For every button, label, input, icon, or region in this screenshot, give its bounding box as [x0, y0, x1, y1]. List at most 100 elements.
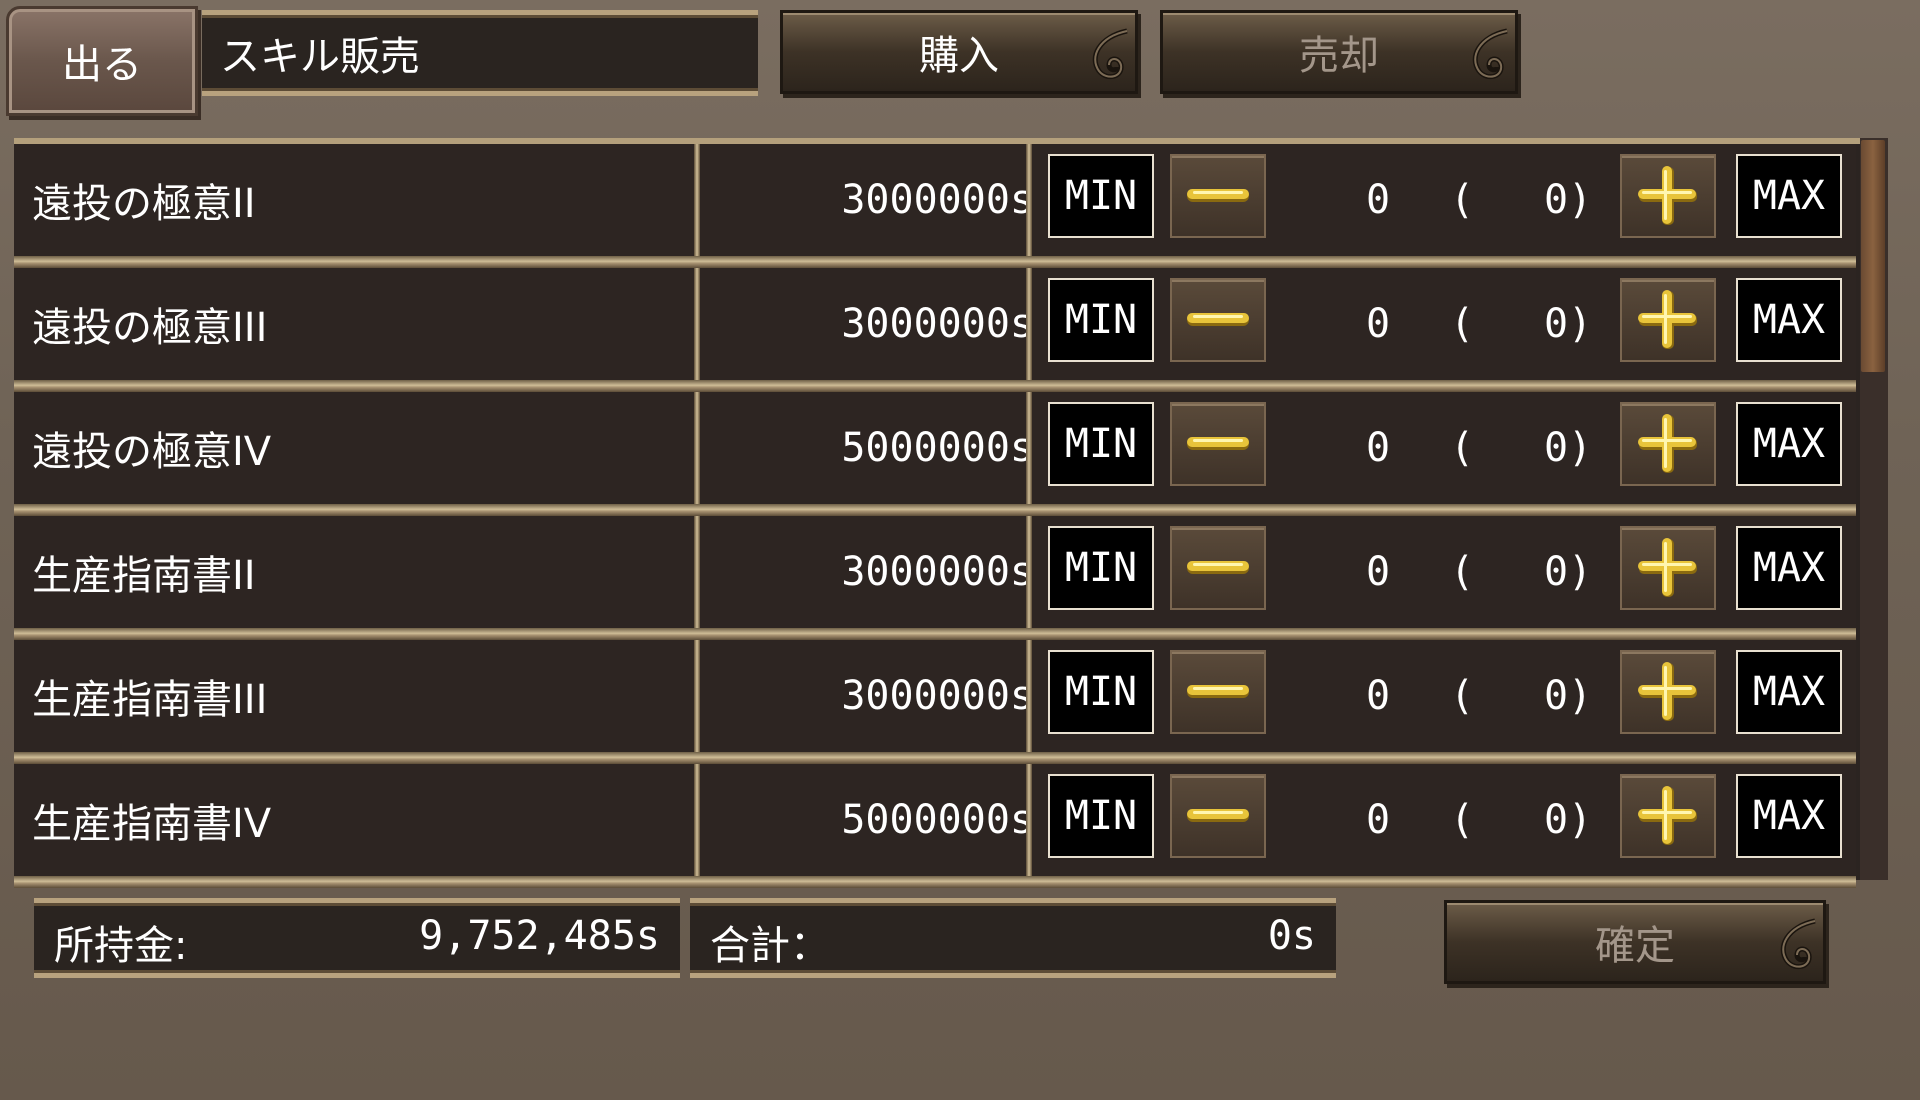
- decrement-button[interactable]: [1170, 154, 1266, 238]
- owned-count: 0: [1544, 797, 1569, 843]
- list-item[interactable]: 生産指南書II 3000000s MIN 0 (0) MAX: [14, 516, 1856, 628]
- max-button[interactable]: MAX: [1736, 154, 1842, 238]
- paren-close: ): [1568, 549, 1593, 595]
- confirm-button[interactable]: 確定: [1444, 900, 1826, 984]
- increment-button[interactable]: [1620, 526, 1716, 610]
- owned-count: 0: [1544, 301, 1569, 347]
- min-button[interactable]: MIN: [1048, 774, 1154, 858]
- column-divider: [1026, 144, 1032, 256]
- max-button[interactable]: MAX: [1736, 774, 1842, 858]
- decrement-button[interactable]: [1170, 402, 1266, 486]
- min-button[interactable]: MIN: [1048, 526, 1154, 610]
- paren-close: ): [1568, 797, 1593, 843]
- paren-close: ): [1568, 425, 1593, 471]
- max-label: MAX: [1752, 421, 1826, 467]
- quantity-value: 0: [1366, 425, 1391, 471]
- tab-buy[interactable]: 購入: [780, 10, 1138, 94]
- quantity-value: 0: [1366, 673, 1391, 719]
- max-button[interactable]: MAX: [1736, 526, 1842, 610]
- owned-count: 0: [1544, 177, 1569, 223]
- max-label: MAX: [1752, 669, 1826, 715]
- row-divider: [14, 380, 1856, 392]
- column-divider: [694, 144, 700, 256]
- min-label: MIN: [1064, 793, 1138, 839]
- max-button[interactable]: MAX: [1736, 650, 1842, 734]
- quantity-value: 0: [1366, 301, 1391, 347]
- increment-button[interactable]: [1620, 278, 1716, 362]
- list-item[interactable]: 遠投の極意IV 5000000s MIN 0 (0) MAX: [14, 392, 1856, 504]
- minus-icon: [1187, 189, 1249, 202]
- swirl-ornament-icon: [1092, 28, 1128, 80]
- increment-button[interactable]: [1620, 650, 1716, 734]
- column-divider: [1026, 392, 1032, 504]
- item-name: 遠投の極意IV: [32, 429, 272, 475]
- money-box: 所持金: 9,752,485s: [34, 898, 680, 978]
- scrollbar-thumb[interactable]: [1861, 140, 1885, 372]
- decrement-button[interactable]: [1170, 650, 1266, 734]
- min-button[interactable]: MIN: [1048, 154, 1154, 238]
- exit-button[interactable]: 出る: [6, 6, 198, 116]
- item-price: 3000000s: [841, 177, 1034, 223]
- total-label: 合計：: [710, 923, 830, 969]
- min-button[interactable]: MIN: [1048, 402, 1154, 486]
- max-label: MAX: [1752, 297, 1826, 343]
- list-item[interactable]: 遠投の極意III 3000000s MIN 0 (0) MAX: [14, 268, 1856, 380]
- swirl-ornament-icon: [1472, 28, 1508, 80]
- tab-sell[interactable]: 売却: [1160, 10, 1518, 94]
- column-divider: [1026, 268, 1032, 380]
- increment-button[interactable]: [1620, 774, 1716, 858]
- row-divider: [14, 876, 1856, 888]
- exit-label: 出る: [62, 42, 142, 88]
- paren-open: (: [1450, 425, 1475, 471]
- decrement-button[interactable]: [1170, 526, 1266, 610]
- plus-icon: [1638, 538, 1697, 597]
- confirm-label: 確定: [1595, 923, 1675, 969]
- quantity-value: 0: [1366, 797, 1391, 843]
- list-item[interactable]: 生産指南書IV 5000000s MIN 0 (0) MAX: [14, 764, 1856, 876]
- minus-icon: [1187, 313, 1249, 326]
- column-divider: [1026, 516, 1032, 628]
- item-price: 5000000s: [841, 797, 1034, 843]
- decrement-button[interactable]: [1170, 278, 1266, 362]
- page-title-box: スキル販売: [202, 10, 758, 96]
- item-name: 生産指南書II: [32, 553, 256, 599]
- list-item[interactable]: 生産指南書III 3000000s MIN 0 (0) MAX: [14, 640, 1856, 752]
- plus-icon: [1638, 166, 1697, 225]
- column-divider: [1026, 640, 1032, 752]
- column-divider: [694, 640, 700, 752]
- decrement-button[interactable]: [1170, 774, 1266, 858]
- max-label: MAX: [1752, 173, 1826, 219]
- paren-open: (: [1450, 177, 1475, 223]
- row-divider: [14, 504, 1856, 516]
- min-label: MIN: [1064, 669, 1138, 715]
- plus-icon: [1638, 786, 1697, 845]
- item-price: 3000000s: [841, 549, 1034, 595]
- minus-icon: [1187, 561, 1249, 574]
- tab-buy-label: 購入: [919, 33, 999, 79]
- list-item[interactable]: 遠投の極意II 3000000s MIN 0 (0) MAX: [14, 144, 1856, 256]
- total-value: 0s: [1267, 913, 1316, 959]
- minus-icon: [1187, 809, 1249, 822]
- min-label: MIN: [1064, 297, 1138, 343]
- increment-button[interactable]: [1620, 402, 1716, 486]
- minus-icon: [1187, 437, 1249, 450]
- item-price: 3000000s: [841, 301, 1034, 347]
- column-divider: [694, 268, 700, 380]
- max-button[interactable]: MAX: [1736, 278, 1842, 362]
- column-divider: [694, 392, 700, 504]
- plus-icon: [1638, 662, 1697, 721]
- min-button[interactable]: MIN: [1048, 650, 1154, 734]
- max-button[interactable]: MAX: [1736, 402, 1842, 486]
- max-label: MAX: [1752, 793, 1826, 839]
- item-price: 5000000s: [841, 425, 1034, 471]
- paren-close: ): [1568, 301, 1593, 347]
- quantity-value: 0: [1366, 177, 1391, 223]
- min-button[interactable]: MIN: [1048, 278, 1154, 362]
- min-label: MIN: [1064, 173, 1138, 219]
- minus-icon: [1187, 685, 1249, 698]
- quantity-value: 0: [1366, 549, 1391, 595]
- paren-open: (: [1450, 549, 1475, 595]
- paren-open: (: [1450, 797, 1475, 843]
- increment-button[interactable]: [1620, 154, 1716, 238]
- row-divider: [14, 752, 1856, 764]
